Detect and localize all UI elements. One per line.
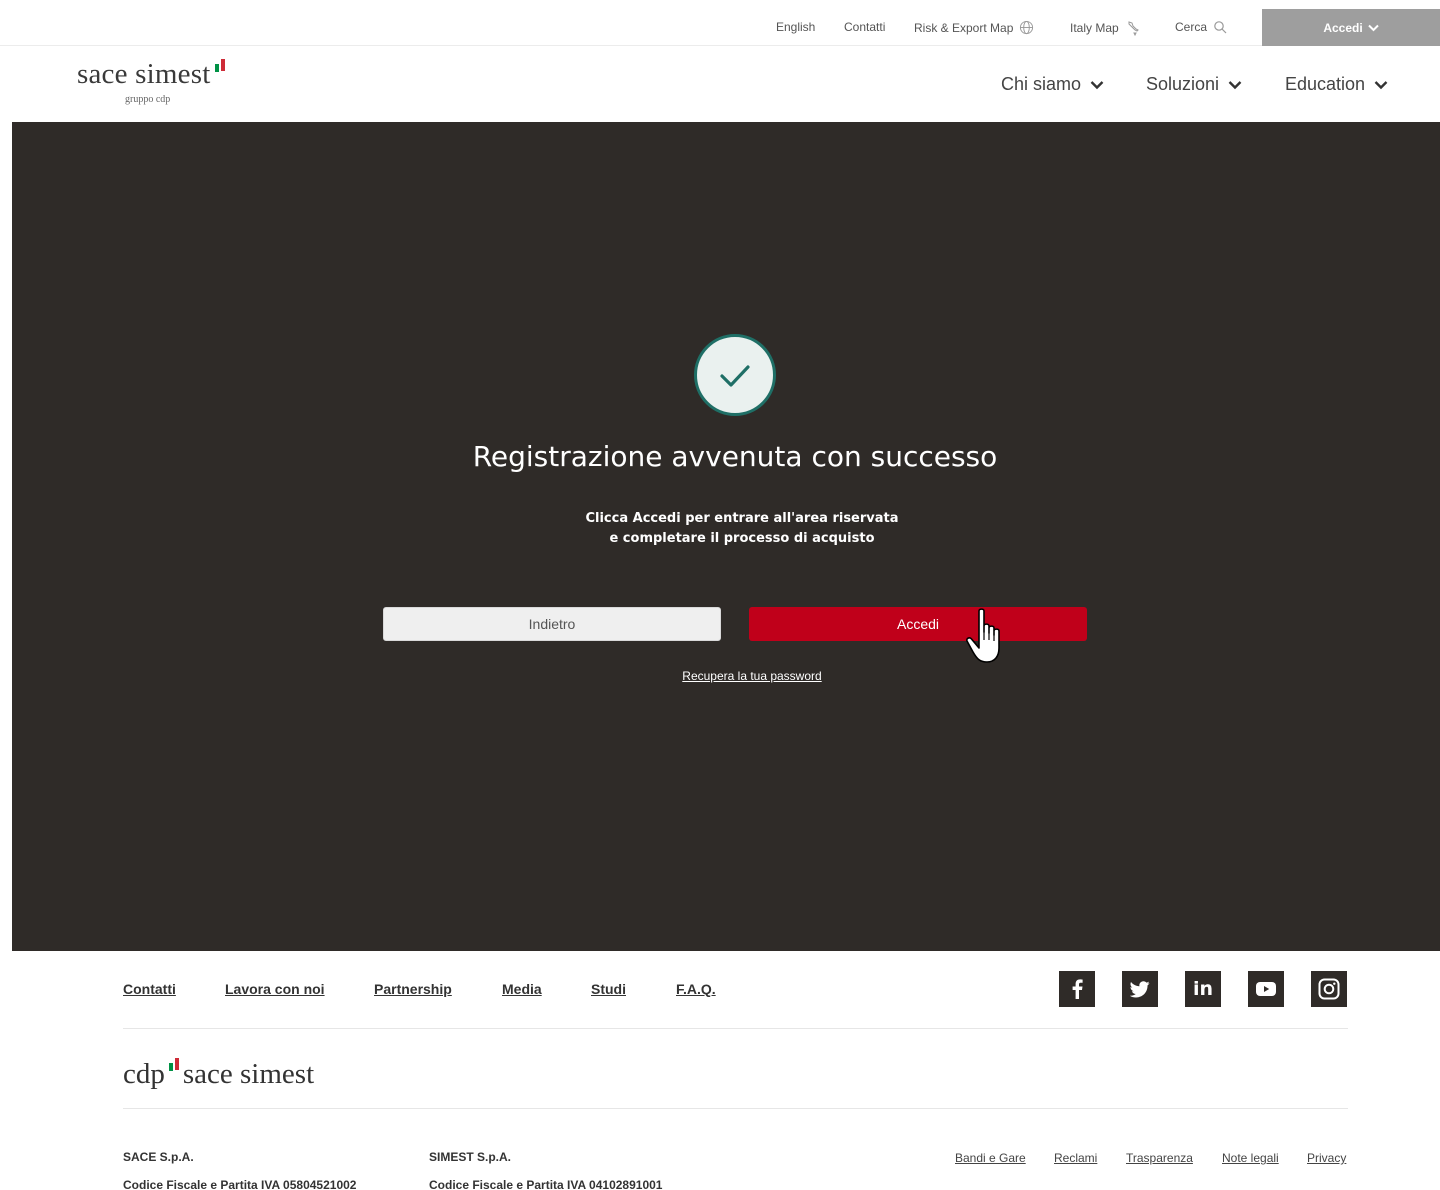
success-subtitle-line1: Clicca Accedi per entrare all'area riser… (585, 511, 899, 526)
cdp-sace-simest-logo: cdp sace simest (123, 1058, 314, 1091)
nav-education[interactable]: Education (1285, 74, 1388, 95)
twitter-icon[interactable] (1122, 971, 1158, 1007)
youtube-icon[interactable] (1248, 971, 1284, 1007)
site-header: sace simest gruppo cdp Chi siamo Soluzio… (0, 46, 1440, 122)
nav-soluzioni-label: Soluzioni (1146, 74, 1220, 94)
legal-link-trasparenza[interactable]: Trasparenza (1126, 1151, 1193, 1165)
footer-link-contatti[interactable]: Contatti (123, 981, 176, 997)
success-check-icon (694, 334, 776, 416)
italy-map-label: Italy Map (1070, 21, 1119, 35)
login-button[interactable]: Accedi (749, 607, 1087, 641)
italian-flag-icon (215, 58, 227, 76)
facebook-icon[interactable] (1059, 971, 1095, 1007)
accedi-top-button[interactable]: Accedi (1262, 9, 1440, 46)
success-title: Registrazione avvenuta con successo (472, 440, 998, 473)
legal-link-bandi-e-gare[interactable]: Bandi e Gare (955, 1151, 1026, 1165)
hand-cursor-icon (966, 608, 1006, 671)
accedi-top-label: Accedi (1323, 20, 1363, 35)
footer-link-faq[interactable]: F.A.Q. (676, 981, 716, 997)
chevron-down-icon (1367, 21, 1379, 35)
chevron-down-icon (1374, 74, 1388, 95)
legal-link-note-legali[interactable]: Note legali (1222, 1151, 1279, 1165)
nav-chi-siamo-label: Chi siamo (1001, 74, 1082, 94)
sace-tax-code: Codice Fiscale e Partita IVA 05804521002 (123, 1178, 357, 1190)
legal-link-privacy[interactable]: Privacy (1307, 1151, 1346, 1165)
italy-map-icon (1125, 20, 1141, 36)
footer-divider (123, 1108, 1348, 1109)
chevron-down-icon (1090, 74, 1104, 95)
contatti-top-link[interactable]: Contatti (844, 20, 885, 34)
simest-tax-code: Codice Fiscale e Partita IVA 04102891001 (429, 1178, 663, 1190)
search-icon (1213, 20, 1227, 34)
risk-export-map-label: Risk & Export Map (914, 20, 1014, 35)
globe-icon (1019, 20, 1034, 35)
sace-simest-logo[interactable]: sace simest gruppo cdp (77, 58, 227, 105)
utility-bar: English Contatti Risk & Export Map Italy… (0, 0, 1440, 46)
back-button-label: Indietro (528, 616, 576, 632)
footer-divider (123, 1028, 1348, 1029)
legal-link-reclami[interactable]: Reclami (1054, 1151, 1097, 1165)
back-button[interactable]: Indietro (383, 607, 721, 641)
chevron-down-icon (1228, 74, 1242, 95)
success-subtitle-line2: e completare il processo di acquisto (609, 531, 875, 546)
instagram-icon[interactable] (1311, 971, 1347, 1007)
nav-education-label: Education (1285, 74, 1366, 94)
footer-link-partnership[interactable]: Partnership (374, 981, 452, 997)
footer-link-media[interactable]: Media (502, 981, 542, 997)
footer-logo-cdp: cdp (123, 1058, 165, 1090)
login-button-label: Accedi (896, 616, 940, 632)
footer-link-studi[interactable]: Studi (591, 981, 626, 997)
simest-company-name: SIMEST S.p.A. (429, 1150, 512, 1164)
sace-company-name: SACE S.p.A. (123, 1150, 194, 1164)
logo-text: sace simest (77, 58, 211, 90)
nav-soluzioni[interactable]: Soluzioni (1146, 74, 1242, 95)
language-label: English (776, 20, 816, 34)
search-link[interactable]: Cerca (1175, 20, 1227, 34)
risk-export-map-link[interactable]: Risk & Export Map (914, 20, 1034, 35)
italy-map-link[interactable]: Italy Map (1070, 20, 1141, 36)
logo-subtitle: gruppo cdp (125, 94, 171, 105)
search-label: Cerca (1175, 20, 1208, 34)
recover-password-link[interactable]: Recupera la tua password (0, 669, 1440, 683)
language-link[interactable]: English (776, 20, 815, 34)
italian-flag-icon (168, 1045, 181, 1078)
linkedin-icon[interactable]: in (1185, 971, 1221, 1007)
footer-link-lavora-con-noi[interactable]: Lavora con noi (225, 981, 325, 997)
contatti-top-label: Contatti (844, 20, 886, 34)
nav-chi-siamo[interactable]: Chi siamo (1001, 74, 1104, 95)
footer-logo-sace-simest: sace simest (182, 1058, 315, 1090)
